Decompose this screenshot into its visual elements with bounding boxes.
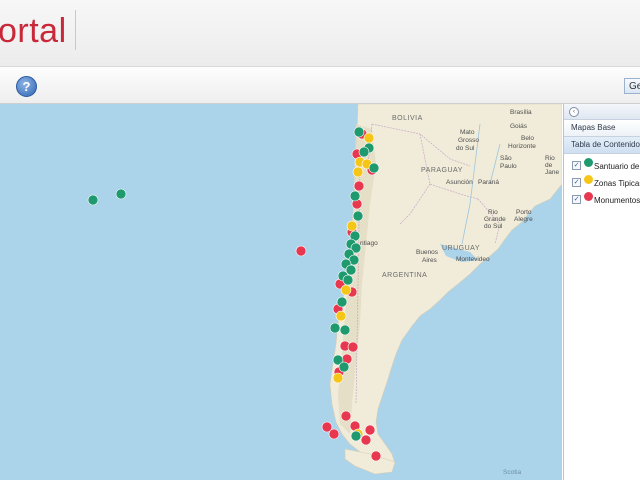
- layer-label: Monumentos: [594, 196, 640, 205]
- label-aires: Aires: [422, 257, 438, 264]
- layer-item-santuario[interactable]: ✓ Santuario de: [564, 158, 640, 172]
- toolbar: ? Ge: [0, 67, 640, 104]
- label-parana: Paraná: [478, 179, 499, 186]
- monument-marker[interactable]: [364, 424, 376, 436]
- label-bolivia: BOLIVIA: [392, 115, 423, 122]
- map-canvas[interactable]: BOLIVIA Brasília Goiás Belo Horizonte Ma…: [0, 104, 562, 480]
- layer-list: ✓ Santuario de ✓ Zonas Tipicas ✓ Monumen…: [564, 158, 640, 206]
- label-scotia: Scotia: [503, 469, 521, 476]
- monument-marker[interactable]: [340, 410, 352, 422]
- label-goias: Goiás: [510, 123, 528, 130]
- app-header: ortal: [0, 0, 640, 67]
- layer-label: Santuario de: [594, 162, 640, 171]
- label-rio-grande: Rio: [488, 209, 498, 216]
- sanctuary-marker[interactable]: [350, 430, 362, 442]
- label-mato: Mato: [460, 129, 475, 136]
- layer-checkbox[interactable]: ✓: [572, 178, 581, 187]
- label-asuncion: Asunción: [446, 179, 473, 186]
- sanctuary-marker[interactable]: [87, 194, 99, 206]
- typical-zone-marker[interactable]: [335, 310, 347, 322]
- layers-panel: ‹ Mapas Base Tabla de Contenidos ✓ Santu…: [563, 104, 640, 480]
- panel-header: ‹: [564, 104, 640, 120]
- collapse-icon[interactable]: ‹: [569, 107, 579, 117]
- label-do-sul: do Sul: [456, 145, 475, 152]
- sanctuary-marker[interactable]: [336, 296, 348, 308]
- label-buenos: Buenos: [416, 249, 439, 256]
- sanctuary-marker[interactable]: [358, 146, 370, 158]
- label-brasilia: Brasília: [510, 109, 532, 116]
- layer-item-monumentos[interactable]: ✓ Monumentos: [564, 192, 640, 206]
- label-rio: Rio: [545, 155, 555, 162]
- layer-checkbox[interactable]: ✓: [572, 195, 581, 204]
- label-montevideo: Montevideo: [456, 256, 490, 263]
- label-horizonte: Horizonte: [508, 143, 536, 150]
- label-rs-do-sul: do Sul: [484, 223, 503, 230]
- monument-marker[interactable]: [295, 245, 307, 257]
- layer-checkbox[interactable]: ✓: [572, 161, 581, 170]
- label-paulo: Paulo: [500, 163, 517, 170]
- monument-marker[interactable]: [353, 180, 365, 192]
- sanctuary-marker[interactable]: [352, 210, 364, 222]
- toolbar-right-button[interactable]: Ge: [624, 78, 640, 94]
- label-santiago: ntiago: [360, 240, 378, 247]
- tab-mapas-base[interactable]: Mapas Base: [564, 120, 640, 137]
- label-argentina: ARGENTINA: [382, 272, 427, 279]
- layer-item-zonas-tipicas[interactable]: ✓ Zonas Tipicas: [564, 175, 640, 189]
- label-grande: Grande: [484, 216, 506, 223]
- sanctuary-marker[interactable]: [329, 322, 341, 334]
- sanctuary-marker[interactable]: [349, 190, 361, 202]
- legend-dot-icon: [584, 192, 593, 201]
- sanctuary-marker[interactable]: [342, 274, 354, 286]
- label-belo: Belo: [521, 135, 534, 142]
- monument-marker[interactable]: [370, 450, 382, 462]
- layer-label: Zonas Tipicas: [594, 179, 640, 188]
- sanctuary-marker[interactable]: [339, 324, 351, 336]
- label-rio-jane: Jane: [545, 169, 559, 176]
- typical-zone-marker[interactable]: [340, 284, 352, 296]
- label-sao: São: [500, 155, 512, 162]
- help-icon[interactable]: ?: [16, 76, 37, 97]
- monument-marker[interactable]: [347, 341, 359, 353]
- tab-tabla-de-contenidos[interactable]: Tabla de Contenidos: [564, 137, 640, 154]
- sanctuary-marker[interactable]: [353, 126, 365, 138]
- monument-marker[interactable]: [328, 428, 340, 440]
- legend-dot-icon: [584, 175, 593, 184]
- sanctuary-marker[interactable]: [368, 162, 380, 174]
- label-alegre: Alegre: [514, 216, 533, 223]
- typical-zone-marker[interactable]: [352, 166, 364, 178]
- legend-dot-icon: [584, 158, 593, 167]
- label-porto: Porto: [516, 209, 532, 216]
- label-grosso: Grosso: [458, 137, 479, 144]
- typical-zone-marker[interactable]: [332, 372, 344, 384]
- typical-zone-marker[interactable]: [363, 132, 375, 144]
- header-divider: [75, 10, 76, 50]
- label-paraguay: PARAGUAY: [421, 167, 463, 174]
- sanctuary-marker[interactable]: [338, 361, 350, 373]
- label-rio-de: de: [545, 162, 553, 169]
- map-viewport[interactable]: BOLIVIA Brasília Goiás Belo Horizonte Ma…: [0, 104, 562, 480]
- typical-zone-marker[interactable]: [346, 220, 358, 232]
- sanctuary-marker[interactable]: [115, 188, 127, 200]
- label-uruguay: URUGUAY: [442, 245, 480, 252]
- portal-logo[interactable]: ortal: [0, 12, 67, 51]
